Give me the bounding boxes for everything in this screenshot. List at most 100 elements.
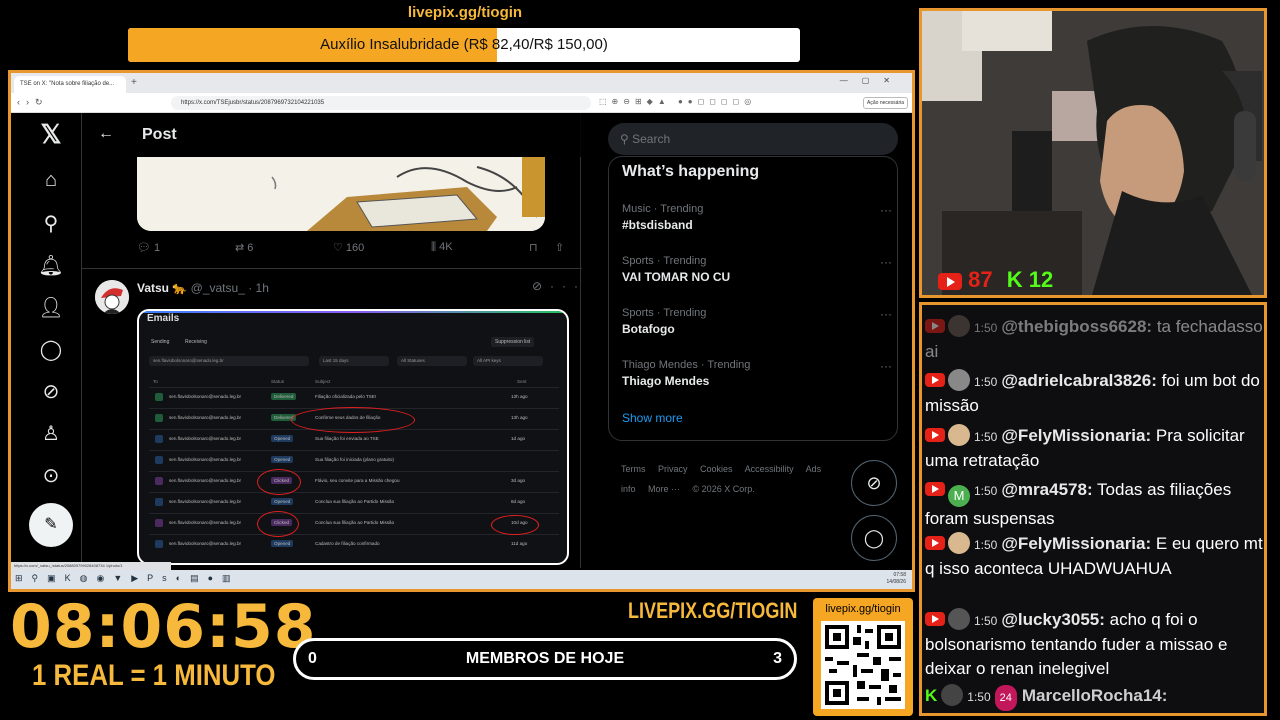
avatar [948, 608, 970, 630]
new-tab-button[interactable]: + [131, 77, 137, 88]
youtube-icon [925, 319, 945, 333]
extension-icons[interactable]: ⬚⊕⊖⊞◆▲ ●●◻◻◻◻◎ [599, 97, 756, 106]
footer-link[interactable]: Terms [621, 464, 646, 474]
chat-user: @lucky3055: [1001, 610, 1105, 629]
views-button[interactable]: ⫼ 4K [431, 241, 453, 254]
trend-item[interactable]: Sports · Trending VAI TOMAR NO CU ··· [622, 255, 892, 284]
home-icon[interactable]: ⌂ [31, 169, 71, 201]
tweet-image-emails[interactable]: Emails Sending Receiving Suppression lis… [137, 309, 569, 565]
footer-link[interactable]: Privacy [658, 464, 688, 474]
repost-button[interactable]: ⇄ 6 [235, 241, 253, 254]
footer-link[interactable]: Cookies [700, 464, 733, 474]
follow-icon[interactable]: 👤︎ [31, 295, 71, 327]
email-sent: 13h ago [511, 394, 528, 399]
trend-name: #btsdisband [622, 218, 693, 232]
youtube-icon [925, 536, 945, 550]
window-controls[interactable]: —▢✕ [840, 76, 904, 85]
emails-col-subject: Subject [315, 379, 331, 384]
youtube-icon [938, 272, 962, 290]
chat-user: @mra4578: [1001, 480, 1093, 499]
back-arrow-icon[interactable]: ← [98, 125, 114, 143]
address-bar[interactable]: https://x.com/TSEjusbr/status/2087969732… [171, 96, 591, 110]
search-icon[interactable]: ⚲ [31, 211, 71, 243]
youtube-icon [925, 482, 945, 496]
chat-time: 1:50 [974, 614, 998, 628]
viewer-stats: 87 K 12 [938, 267, 1053, 293]
email-subject: Sua filiação foi iniciada (plano gratuit… [315, 457, 394, 462]
messages-fab-icon[interactable]: ◯ [851, 515, 897, 561]
members-max: 3 [773, 650, 782, 667]
trend-more-icon[interactable]: ··· [880, 255, 892, 269]
trend-more-icon[interactable]: ··· [880, 307, 892, 321]
countdown-clock: 08:06:58 [10, 592, 317, 662]
search-input[interactable]: ⚲ Search [608, 123, 898, 155]
email-sent: 13h ago [511, 415, 528, 420]
qr-label: livepix.gg/tiogin [825, 603, 901, 615]
reply-button[interactable]: 💬︎ 1 [137, 241, 160, 254]
goal-progress-bar: Auxílio Insalubridade (R$ 82,40/R$ 150,0… [128, 28, 800, 62]
grok-fab-icon[interactable]: ⊘ [851, 460, 897, 506]
chat-message: K 1:50 24 MarcelloRocha14: [925, 684, 1264, 711]
kick-icon: K [925, 686, 938, 705]
avatar [941, 684, 964, 706]
x-sidebar-nav: 𝕏 ⌂ ⚲ 🔔︎ 👤︎ ◯ ⊘ ♙ ⊙ ✎ [21, 113, 81, 568]
x-logo-icon[interactable]: 𝕏 [31, 119, 71, 151]
divider [82, 268, 582, 269]
x-main-column: ← Post 💬︎ 1 ⇄ 6 ♡ 160 ⫼ 4K ⊓ ⇧ Vatsu 🐆 @… [81, 113, 582, 568]
avatar[interactable] [95, 280, 129, 314]
footer-copyright: © 2026 X Corp. [692, 484, 755, 494]
nav-buttons[interactable]: ‹›↻ [17, 97, 49, 108]
bell-icon[interactable]: 🔔︎ [31, 253, 71, 285]
youtube-viewers: 87 [968, 267, 993, 292]
taskbar-icons[interactable]: ⊞⚲▣K◍◉▼▶Ps◐▤●▥ [15, 573, 240, 584]
webcam-feed: 87 K 12 [919, 8, 1267, 298]
trend-more-icon[interactable]: ··· [880, 203, 892, 217]
trend-item[interactable]: Sports · Trending Botafogo ··· [622, 307, 892, 336]
chat-message: 1:50 @FelyMissionaria: Pra solicitar uma … [925, 424, 1264, 473]
tweet-menu[interactable]: ⊘··· [532, 279, 586, 293]
footer-link[interactable]: Accessibility [745, 464, 794, 474]
show-more-link[interactable]: Show more [622, 411, 683, 425]
previous-post-image[interactable] [137, 157, 545, 231]
tweet-author-name[interactable]: Vatsu [137, 281, 169, 295]
email-row: sen.flaviobolsonaro@senado.leg.br Opened C… [149, 534, 559, 552]
trend-category: Thiago Mendes · Trending [622, 359, 751, 371]
emails-filter-to: sen.flaviobolsonaro@senado.leg.br [149, 356, 309, 366]
mail-icon [155, 519, 163, 527]
search-placeholder: Search [632, 132, 671, 146]
reply-count: 1 [154, 242, 161, 254]
x-right-column: ⚲ Search What’s happening Music · Trendi… [601, 113, 912, 568]
webcam-image [922, 11, 1264, 295]
post-header: ← Post [82, 113, 582, 157]
bookmark-icon[interactable]: ⊓ [529, 241, 538, 254]
email-to: sen.flaviobolsonaro@senado.leg.br [169, 394, 242, 399]
tweet-author-handle[interactable]: @_vatsu_ [191, 281, 245, 295]
emails-title: Emails [147, 313, 180, 324]
grok-icon[interactable]: ⊘ [31, 379, 71, 411]
qr-code-icon [821, 621, 905, 709]
profile-icon[interactable]: ♙ [31, 421, 71, 453]
compose-post-button[interactable]: ✎ [29, 503, 73, 547]
mail-icon [155, 540, 163, 548]
email-sent: 11d ago [511, 541, 528, 546]
trend-name: Botafogo [622, 322, 675, 336]
more-icon[interactable]: ⊙ [31, 463, 71, 495]
footer-link[interactable]: More ··· [648, 484, 680, 494]
share-icon[interactable]: ⇧ [555, 241, 564, 254]
like-button[interactable]: ♡ 160 [333, 241, 364, 254]
browser-tab[interactable]: TSE on X: "Nota sobre filiação de... [14, 76, 126, 93]
email-to: sen.flaviobolsonaro@senado.leg.br [169, 457, 242, 462]
chat-message: 1:50 @FelyMissionaria: E eu quero mt q is… [925, 532, 1264, 581]
chat-message: 1:50 @adrielcabral3826: foi um bot do mis… [925, 369, 1264, 418]
trend-item[interactable]: Thiago Mendes · Trending Thiago Mendes ·… [622, 359, 892, 388]
chat-icon[interactable]: ◯ [31, 337, 71, 369]
post-actions: 💬︎ 1 ⇄ 6 ♡ 160 ⫼ 4K ⊓ ⇧ [137, 241, 569, 261]
action-required-button[interactable]: Ação necessária [863, 97, 908, 109]
email-status: Opened [271, 456, 294, 463]
email-subject: Cadastro de filiação confirmado [315, 541, 380, 546]
trend-name: VAI TOMAR NO CU [622, 270, 731, 284]
email-subject: Conclua sua filiação ao Partido Missão [315, 520, 395, 525]
trend-item[interactable]: Music · Trending #btsdisband ··· [622, 203, 892, 232]
chat-user: MarcelloRocha14: [1021, 686, 1168, 705]
trend-more-icon[interactable]: ··· [880, 359, 892, 373]
